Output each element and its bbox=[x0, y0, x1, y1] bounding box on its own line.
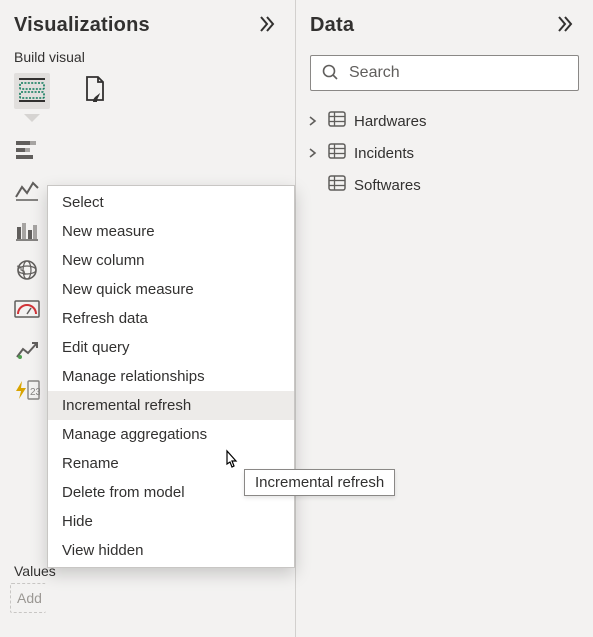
table-label: Incidents bbox=[354, 145, 414, 162]
chevron-right-icon bbox=[306, 148, 320, 158]
build-visual-label: Build visual bbox=[0, 45, 295, 69]
table-icon bbox=[328, 175, 346, 195]
visualizations-title: Visualizations bbox=[14, 14, 150, 37]
menu-item-edit-query[interactable]: Edit query bbox=[48, 333, 294, 362]
menu-item-new-column[interactable]: New column bbox=[48, 246, 294, 275]
add-fields-well[interactable]: Add data fields here bbox=[10, 583, 46, 613]
menu-item-select[interactable]: Select bbox=[48, 188, 294, 217]
clustered-column-chart-icon[interactable] bbox=[14, 217, 40, 243]
data-pane: Data Hardw bbox=[296, 0, 593, 637]
fields-search-box[interactable] bbox=[310, 55, 579, 91]
menu-item-manage-aggregations[interactable]: Manage aggregations bbox=[48, 420, 294, 449]
table-icon bbox=[328, 143, 346, 163]
kpi-arrow-icon[interactable] bbox=[14, 337, 40, 363]
menu-item-hide[interactable]: Hide bbox=[48, 507, 294, 536]
tables-tree: Hardwares Incidents Softwares bbox=[296, 99, 593, 201]
menu-item-manage-relationships[interactable]: Manage relationships bbox=[48, 362, 294, 391]
data-title: Data bbox=[310, 14, 354, 37]
table-label: Hardwares bbox=[354, 113, 427, 130]
table-label: Softwares bbox=[354, 177, 421, 194]
menu-item-new-quick-measure[interactable]: New quick measure bbox=[48, 275, 294, 304]
table-row[interactable]: Incidents bbox=[304, 137, 587, 169]
gauge-chart-icon[interactable] bbox=[14, 297, 40, 323]
search-icon bbox=[321, 63, 339, 84]
svg-text:23: 23 bbox=[30, 387, 40, 398]
map-globe-icon[interactable] bbox=[14, 257, 40, 283]
collapse-visualizations-button[interactable] bbox=[253, 12, 281, 39]
fields-stack-icon bbox=[17, 76, 47, 107]
power-automate-icon[interactable]: 23 bbox=[14, 377, 40, 403]
menu-item-incremental-refresh[interactable]: Incremental refresh bbox=[48, 391, 294, 420]
tooltip: Incremental refresh bbox=[244, 469, 395, 496]
stacked-bar-chart-icon[interactable] bbox=[14, 137, 40, 163]
build-visual-tab-format[interactable] bbox=[78, 73, 114, 109]
collapse-data-button[interactable] bbox=[551, 12, 579, 39]
menu-item-view-hidden[interactable]: View hidden bbox=[48, 536, 294, 565]
build-visual-tabs bbox=[0, 69, 295, 121]
menu-item-refresh-data[interactable]: Refresh data bbox=[48, 304, 294, 333]
double-chevron-right-icon bbox=[257, 18, 277, 38]
table-icon bbox=[328, 111, 346, 131]
build-visual-tab-fields[interactable] bbox=[14, 73, 50, 109]
format-page-brush-icon bbox=[82, 75, 110, 108]
double-chevron-right-icon bbox=[555, 18, 575, 38]
table-row[interactable]: Softwares bbox=[304, 169, 587, 201]
line-chart-icon[interactable] bbox=[14, 177, 40, 203]
menu-item-new-measure[interactable]: New measure bbox=[48, 217, 294, 246]
table-context-menu: Select New measure New column New quick … bbox=[47, 185, 295, 568]
fields-search-input[interactable] bbox=[347, 63, 568, 83]
table-row[interactable]: Hardwares bbox=[304, 105, 587, 137]
chevron-right-icon bbox=[306, 116, 320, 126]
